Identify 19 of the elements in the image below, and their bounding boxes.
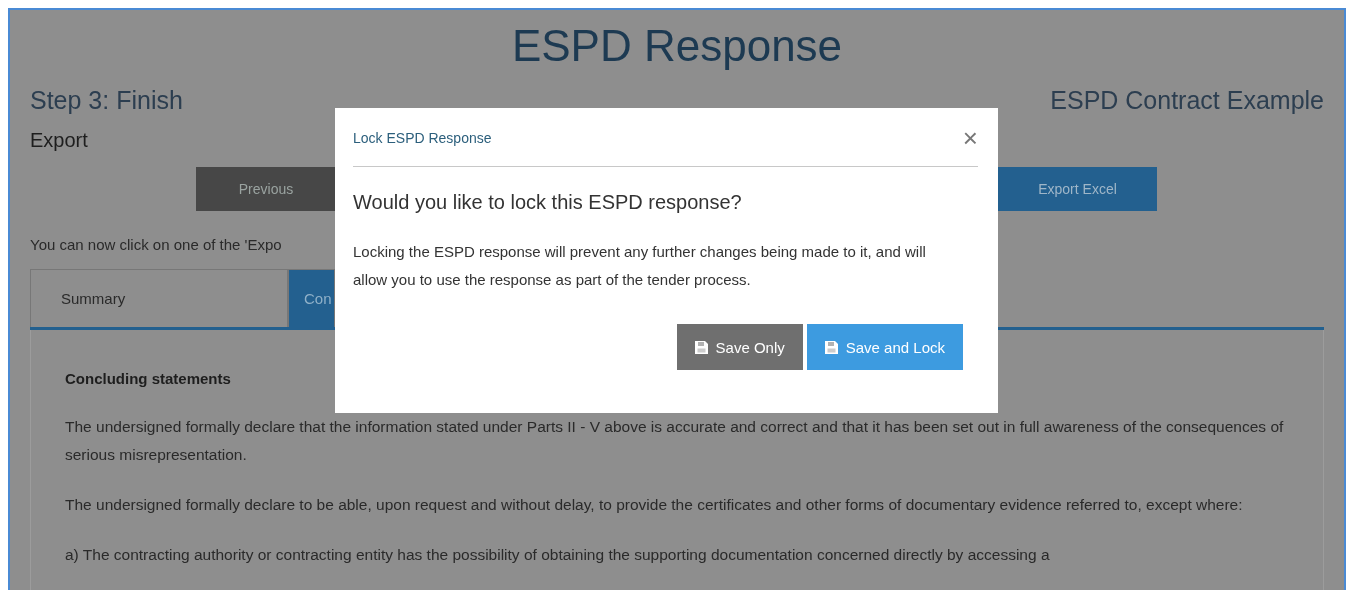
- step-title: Step 3: Finish: [30, 86, 183, 115]
- paragraph: The undersigned formally declare that the information stated under Parts II - V above is accurate and correct and that it has been set out in full awareness of the consequences of serious misrepresentation.: [65, 417, 1285, 465]
- save-button[interactable]: Save Only: [676, 324, 803, 370]
- previous-button[interactable]: Previous: [196, 167, 336, 211]
- dialog-question: Would you like to lock this ESPD response?: [353, 191, 742, 214]
- tab[interactable]: Con: [288, 269, 335, 327]
- paragraph: The undersigned formally declare to be able, upon request and without delay, to provide the certificates and other forms of documentary evidence referred to, except where:: [65, 495, 1244, 515]
- instruction-text: You can now click on one of the 'Expo: [30, 236, 282, 253]
- dialog-title: Lock ESPD Response: [353, 130, 492, 146]
- save-and-lock-button[interactable]: Save and Lock: [806, 324, 963, 370]
- close-button[interactable]: ×: [962, 126, 978, 150]
- section-heading: Concluding statements: [65, 370, 231, 387]
- contract-name: ESPD Contract Example: [1050, 86, 1324, 115]
- export-button[interactable]: Export Excel: [998, 167, 1157, 211]
- page-title: ESPD Response: [510, 20, 844, 72]
- tab[interactable]: Summary: [30, 269, 288, 327]
- section-title: Export: [30, 129, 88, 152]
- dialog-message: Locking the ESPD response will prevent any further changes being made to it, and will allow you to use the response as part of the tender process.: [353, 242, 927, 290]
- paragraph: a) The contracting authority or contracting entity has the possibility of obtaining the supporting documentation concerned directly by accessing a: [65, 545, 1051, 565]
